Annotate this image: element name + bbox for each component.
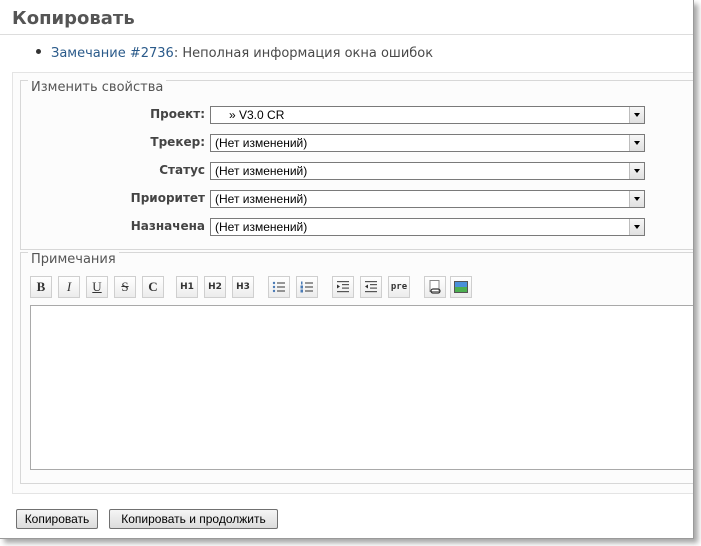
outdent-icon	[365, 281, 377, 293]
priority-select-value: (Нет изменений)	[215, 192, 308, 206]
preformatted-button[interactable]: pre	[388, 276, 410, 298]
bold-button[interactable]: B	[30, 276, 52, 298]
status-select[interactable]: (Нет изменений)	[210, 162, 645, 180]
indent-button[interactable]	[332, 276, 354, 298]
outdent-button[interactable]	[360, 276, 382, 298]
properties-legend: Изменить свойства	[28, 80, 167, 95]
image-button[interactable]	[450, 276, 472, 298]
bullet-icon	[36, 49, 41, 54]
project-label: Проект:	[150, 107, 205, 121]
indent-icon	[337, 281, 349, 293]
issue-link[interactable]: Замечание #2736	[51, 46, 174, 61]
link-icon	[429, 280, 441, 294]
inline-code-button[interactable]: C	[142, 276, 164, 298]
italic-button[interactable]: I	[58, 276, 80, 298]
priority-label: Приоритет	[130, 191, 205, 205]
image-icon	[454, 281, 468, 293]
project-select-value: » V3.0 CR	[229, 108, 285, 122]
copy-button[interactable]: Копировать	[16, 509, 98, 529]
chevron-down-icon[interactable]	[629, 219, 644, 235]
heading1-button[interactable]: H1	[176, 276, 198, 298]
chevron-down-icon[interactable]	[629, 191, 644, 207]
page-title: Копировать	[12, 8, 135, 29]
copy-and-continue-button[interactable]: Копировать и продолжить	[109, 509, 278, 529]
numbered-list-icon	[300, 281, 313, 293]
copy-issue-window: Копировать Замечание #2736: Неполная инф…	[0, 0, 694, 539]
issue-subject: : Неполная информация окна ошибок	[173, 46, 434, 61]
issue-list-item: Замечание #2736: Неполная информация окн…	[36, 46, 433, 61]
notes-textarea[interactable]	[30, 305, 693, 470]
assignee-select-value: (Нет изменений)	[215, 220, 308, 234]
tracker-select[interactable]: (Нет изменений)	[210, 134, 645, 152]
title-divider	[0, 34, 693, 35]
project-select[interactable]: » V3.0 CR	[210, 106, 645, 124]
notes-legend: Примечания	[28, 252, 119, 267]
tracker-label: Трекер:	[150, 135, 205, 149]
ordered-list-button[interactable]	[296, 276, 318, 298]
priority-select[interactable]: (Нет изменений)	[210, 190, 645, 208]
strikethrough-button[interactable]: S	[114, 276, 136, 298]
chevron-down-icon[interactable]	[629, 135, 644, 151]
assignee-label: Назначена	[130, 219, 205, 233]
bullet-list-icon	[272, 281, 285, 293]
underline-button[interactable]: U	[86, 276, 108, 298]
link-button[interactable]	[424, 276, 446, 298]
status-label: Статус	[159, 163, 205, 177]
unordered-list-button[interactable]	[268, 276, 290, 298]
chevron-down-icon[interactable]	[629, 163, 644, 179]
tracker-select-value: (Нет изменений)	[215, 136, 308, 150]
assignee-select[interactable]: (Нет изменений)	[210, 218, 645, 236]
status-select-value: (Нет изменений)	[215, 164, 308, 178]
heading3-button[interactable]: H3	[232, 276, 254, 298]
chevron-down-icon[interactable]	[629, 107, 644, 123]
heading2-button[interactable]: H2	[204, 276, 226, 298]
